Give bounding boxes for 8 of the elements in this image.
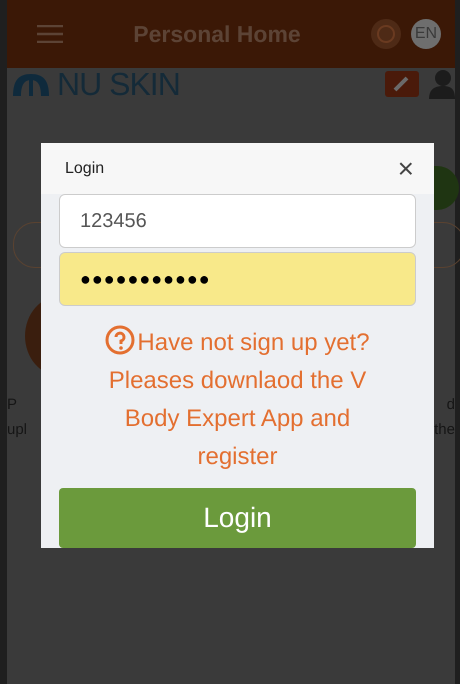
close-button[interactable]: ×	[398, 154, 414, 182]
password-field[interactable]: ●●●●●●●●●●●	[59, 252, 416, 306]
dialog-title: Login	[65, 160, 104, 178]
signup-hint-text: Have not sign up yet? Pleases downlaod the V Body Expert App and register	[59, 324, 416, 476]
username-field[interactable]: 123456	[59, 194, 416, 248]
question-icon	[105, 325, 136, 355]
menu-icon[interactable]	[37, 25, 63, 43]
edit-icon[interactable]	[385, 71, 419, 97]
